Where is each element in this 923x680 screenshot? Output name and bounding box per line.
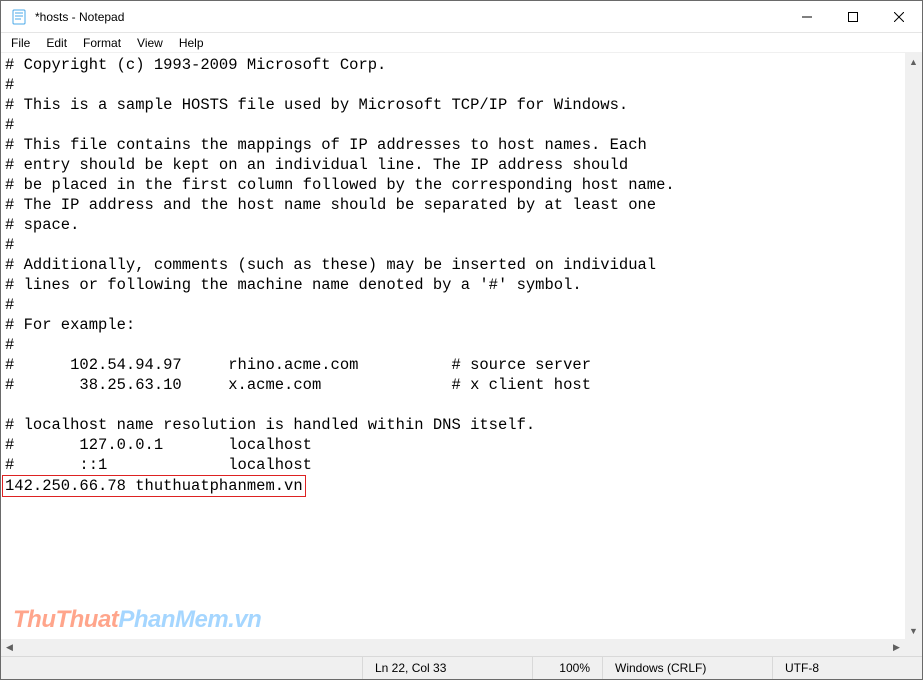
editor-line: # The IP address and the host name shoul…	[5, 196, 656, 214]
editor-line: # lines or following the machine name de…	[5, 276, 582, 294]
editor-line: # entry should be kept on an individual …	[5, 156, 628, 174]
menu-edit[interactable]: Edit	[38, 35, 75, 51]
menu-help[interactable]: Help	[171, 35, 212, 51]
scroll-down-arrow-icon[interactable]: ▼	[905, 622, 922, 639]
editor-line: # Additionally, comments (such as these)…	[5, 256, 656, 274]
maximize-button[interactable]	[830, 1, 876, 32]
editor-line: # This file contains the mappings of IP …	[5, 136, 647, 154]
editor-line: #	[5, 336, 14, 354]
editor-line: # be placed in the first column followed…	[5, 176, 675, 194]
editor-line: # 38.25.63.10 x.acme.com # x client host	[5, 376, 591, 394]
minimize-button[interactable]	[784, 1, 830, 32]
statusbar: Ln 22, Col 33 100% Windows (CRLF) UTF-8	[1, 656, 922, 679]
scroll-right-arrow-icon[interactable]: ▶	[888, 639, 905, 656]
vertical-scrollbar[interactable]: ▲ ▼	[905, 53, 922, 639]
scroll-up-arrow-icon[interactable]: ▲	[905, 53, 922, 70]
editor-line: # For example:	[5, 316, 135, 334]
titlebar: *hosts - Notepad	[1, 1, 922, 33]
scroll-track[interactable]	[18, 639, 888, 656]
scroll-left-arrow-icon[interactable]: ◀	[1, 639, 18, 656]
editor-line: # 127.0.0.1 localhost	[5, 436, 312, 454]
notepad-icon	[11, 9, 27, 25]
editor-line: # localhost name resolution is handled w…	[5, 416, 535, 434]
window-controls	[784, 1, 922, 32]
scroll-corner	[905, 639, 922, 656]
scroll-track[interactable]	[905, 70, 922, 622]
close-button[interactable]	[876, 1, 922, 32]
status-encoding: UTF-8	[772, 657, 922, 679]
editor-line: # Copyright (c) 1993-2009 Microsoft Corp…	[5, 56, 386, 74]
editor-area: # Copyright (c) 1993-2009 Microsoft Corp…	[1, 53, 922, 656]
menu-view[interactable]: View	[129, 35, 171, 51]
editor-line: # space.	[5, 216, 79, 234]
window-title: *hosts - Notepad	[35, 10, 784, 24]
editor-line: # This is a sample HOSTS file used by Mi…	[5, 96, 628, 114]
menu-format[interactable]: Format	[75, 35, 129, 51]
menubar: File Edit Format View Help	[1, 33, 922, 53]
editor-line: #	[5, 116, 14, 134]
status-spacer	[1, 657, 362, 679]
status-line-ending: Windows (CRLF)	[602, 657, 772, 679]
editor-line: # 102.54.94.97 rhino.acme.com # source s…	[5, 356, 591, 374]
editor-highlighted-line: 142.250.66.78 thuthuatphanmem.vn	[2, 475, 306, 497]
editor-line: #	[5, 296, 14, 314]
status-position: Ln 22, Col 33	[362, 657, 532, 679]
menu-file[interactable]: File	[3, 35, 38, 51]
text-editor[interactable]: # Copyright (c) 1993-2009 Microsoft Corp…	[1, 53, 905, 639]
horizontal-scrollbar[interactable]: ◀ ▶	[1, 639, 905, 656]
editor-line: # ::1 localhost	[5, 456, 312, 474]
editor-line: #	[5, 76, 14, 94]
editor-line: #	[5, 236, 14, 254]
status-zoom: 100%	[532, 657, 602, 679]
